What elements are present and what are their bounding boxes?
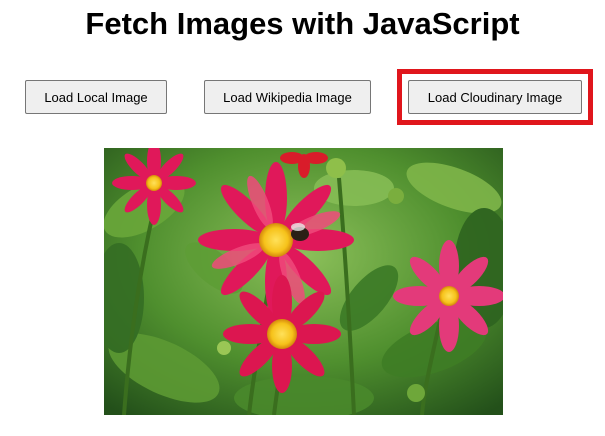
load-cloudinary-image-button[interactable]: Load Cloudinary Image: [408, 80, 582, 114]
page: Fetch Images with JavaScript Load Local …: [0, 0, 605, 436]
load-wikipedia-image-button[interactable]: Load Wikipedia Image: [204, 80, 371, 114]
load-local-image-button[interactable]: Load Local Image: [25, 80, 167, 114]
flower-photo: [104, 148, 503, 415]
page-title: Fetch Images with JavaScript: [85, 6, 520, 41]
loaded-image: [104, 148, 503, 415]
